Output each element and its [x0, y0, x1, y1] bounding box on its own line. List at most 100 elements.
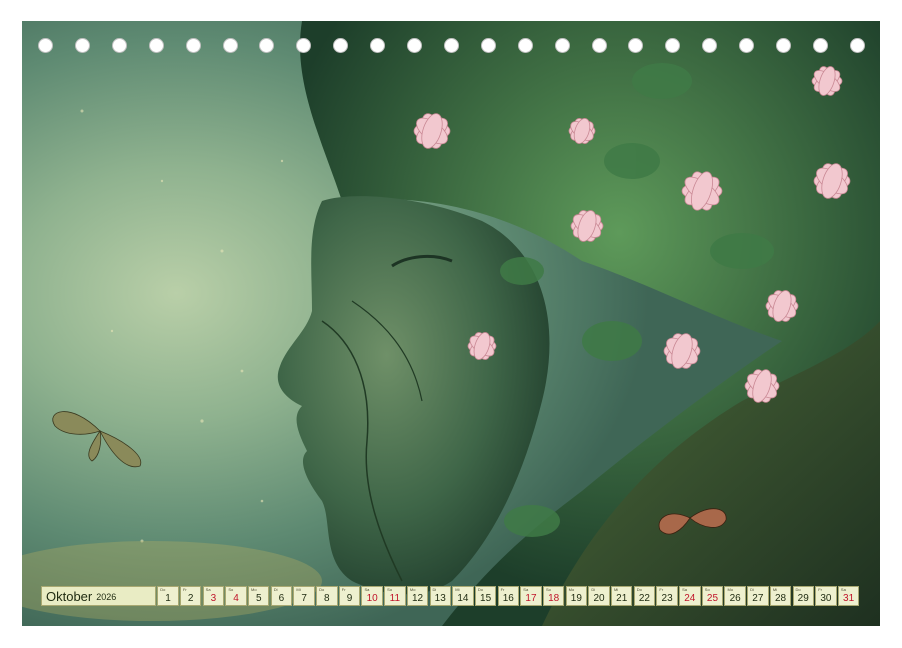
day-number: 9	[346, 593, 353, 604]
binding-hole	[628, 38, 644, 53]
day-number: 16	[502, 593, 514, 604]
weekday-abbrev: Fr	[500, 587, 505, 592]
binding-hole	[370, 38, 386, 53]
day-number: 8	[324, 593, 330, 604]
day-number: 1	[165, 593, 171, 604]
weekday-abbrev: Sa	[523, 587, 529, 592]
weekday-abbrev: Sa	[364, 587, 370, 592]
day-number: 21	[616, 593, 628, 604]
moth-left	[52, 411, 142, 468]
day-number: 30	[820, 593, 832, 604]
binding-hole	[148, 38, 164, 53]
day-cell: Do 8	[316, 586, 338, 606]
day-cell: Fr 23	[656, 586, 678, 606]
ground-foliage	[22, 541, 322, 621]
binding-holes	[0, 38, 902, 56]
day-number: 15	[480, 593, 492, 604]
day-cell: Mi 28	[769, 586, 792, 606]
weekday-abbrev: Fr	[659, 587, 664, 592]
artwork	[22, 21, 880, 626]
day-cell: Sa 24	[679, 586, 701, 606]
day-number: 2	[187, 593, 194, 604]
weekday-abbrev: So	[704, 587, 710, 592]
year-label: 2026	[96, 592, 117, 602]
day-cell: Mi 21	[611, 586, 633, 606]
day-number: 23	[661, 593, 673, 604]
weekday-abbrev: Do	[477, 587, 484, 592]
weekday-abbrev: Sa	[840, 587, 846, 592]
calendar-strip: Oktober 2026 Do 1 Fr 2 Sa 3 So 4 Mo 5 Di 6 Mi 7 Do 8 Fr 9…	[41, 586, 861, 606]
weekday-abbrev: Mi	[614, 587, 619, 592]
binding-hole	[554, 38, 570, 53]
weekday-abbrev: Sa	[682, 587, 688, 592]
day-number: 7	[301, 593, 307, 604]
day-number: 25	[706, 593, 719, 604]
binding-hole	[702, 38, 718, 53]
day-cell: Fr 2	[179, 586, 202, 606]
weekday-abbrev: Mo	[409, 587, 416, 592]
day-number: 29	[797, 593, 809, 604]
day-number: 26	[729, 593, 741, 604]
day-number: 13	[434, 593, 446, 604]
day-cell: Do 29	[792, 586, 814, 606]
day-number: 5	[255, 593, 262, 604]
day-cell: Do 22	[633, 586, 656, 606]
weekday-abbrev: Do	[319, 587, 325, 592]
day-cell: Sa 10	[361, 586, 383, 606]
binding-hole	[259, 38, 275, 53]
day-cell: Mo 19	[565, 586, 588, 606]
binding-hole	[665, 38, 681, 53]
weekday-abbrev: Fr	[818, 587, 823, 592]
specks	[80, 109, 284, 543]
day-cell: Mo 26	[724, 586, 746, 606]
tree-trunk	[542, 321, 880, 626]
weekday-abbrev: So	[387, 587, 393, 592]
face-profile	[277, 196, 550, 595]
binding-hole	[38, 38, 53, 53]
day-cell: Mo 12	[406, 586, 429, 606]
binding-hole	[296, 38, 312, 53]
binding-hole	[517, 38, 533, 53]
day-cell: Fr 30	[815, 586, 837, 606]
day-number: 28	[774, 593, 787, 604]
day-cell: Di 27	[747, 586, 769, 606]
weekday-abbrev: Mo	[251, 587, 257, 592]
weekday-abbrev: Do	[160, 587, 166, 592]
binding-hole	[185, 38, 201, 53]
binding-hole	[812, 38, 828, 53]
day-cell: Do 15	[474, 586, 497, 606]
day-cell: Mi 14	[452, 586, 474, 606]
day-number: 27	[752, 593, 764, 604]
binding-hole	[74, 38, 90, 53]
day-cell: So 4	[225, 586, 247, 606]
calendar-page	[22, 21, 880, 626]
day-number: 22	[638, 593, 650, 604]
weekday-abbrev: Mo	[568, 587, 575, 592]
day-cell: Do 1	[157, 586, 179, 606]
weekday-abbrev: Sa	[205, 587, 211, 592]
weekday-abbrev: Di	[591, 587, 596, 592]
day-number: 10	[366, 593, 378, 604]
day-number: 24	[684, 593, 696, 604]
day-cell: Fr 9	[338, 586, 361, 606]
binding-hole	[776, 38, 791, 53]
month-name: Oktober	[46, 588, 93, 604]
day-cell: So 11	[384, 586, 406, 606]
day-number: 20	[593, 593, 605, 604]
day-number: 6	[278, 593, 285, 604]
weekday-abbrev: Mo	[727, 587, 734, 592]
weekday-abbrev: Fr	[341, 587, 346, 592]
day-cell: Di 6	[270, 586, 293, 606]
day-cell: Mo 5	[248, 586, 270, 606]
day-cell: Di 13	[429, 586, 451, 606]
binding-hole	[407, 38, 422, 53]
weekday-abbrev: So	[228, 587, 234, 592]
weekday-abbrev: Di	[750, 587, 754, 592]
day-cell: Sa 17	[520, 586, 542, 606]
weekday-abbrev: Mi	[296, 587, 301, 592]
weekday-abbrev: Mi	[455, 587, 460, 592]
day-cell: Di 20	[588, 586, 610, 606]
day-number: 19	[570, 593, 582, 604]
day-number: 4	[233, 593, 239, 604]
binding-hole	[739, 38, 755, 53]
